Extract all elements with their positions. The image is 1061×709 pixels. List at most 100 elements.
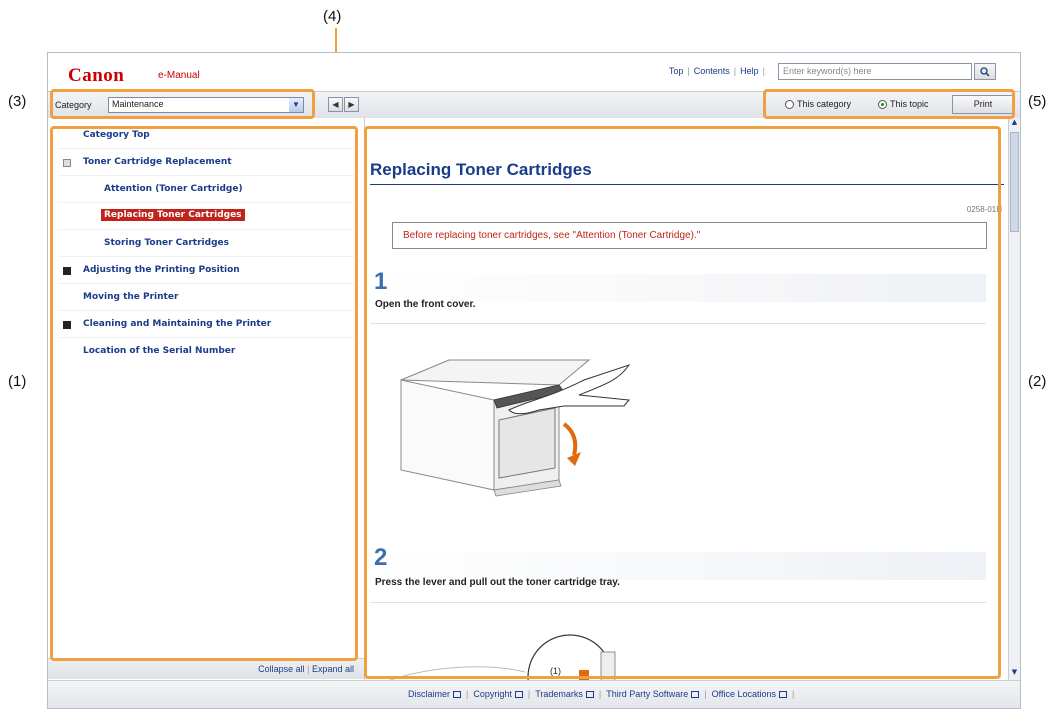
separator: |	[466, 689, 469, 699]
notice-text[interactable]: Before replacing toner cartridges, see "…	[403, 230, 700, 241]
divider	[58, 148, 354, 149]
separator: |	[527, 689, 531, 699]
previous-topic-button[interactable]: ◀	[328, 97, 343, 112]
callout-4: (4)	[323, 8, 342, 25]
collapse-all-link[interactable]: Collapse all	[258, 664, 305, 674]
divider	[370, 323, 986, 324]
product-name: e-Manual	[158, 70, 200, 81]
scroll-down-arrow[interactable]: ▼	[1009, 668, 1020, 680]
link-label: Office Locations	[711, 689, 777, 699]
footer-link-copyright[interactable]: Copyright	[473, 689, 523, 699]
step-text: Press the lever and pull out the toner c…	[375, 577, 620, 588]
title-divider	[370, 184, 1004, 185]
divider	[58, 310, 354, 311]
top-links: Top | Contents | Help |	[669, 66, 765, 76]
radio-label: This topic	[890, 99, 929, 109]
callout-2: (2)	[1028, 373, 1047, 390]
content-scrollbar[interactable]: ▲ ▼	[1008, 118, 1020, 680]
callout-1: (1)	[8, 373, 27, 390]
external-link-icon	[514, 691, 523, 699]
top-link[interactable]: Top	[669, 66, 684, 76]
print-button[interactable]: Print	[952, 95, 1014, 114]
arrow-left-icon: ◀	[332, 100, 339, 109]
arrow-right-icon: ▶	[348, 100, 355, 109]
external-link-icon	[779, 691, 788, 699]
step-header	[370, 274, 986, 302]
sidebar-item-printing-position[interactable]: Adjusting the Printing Position	[83, 265, 240, 275]
collapsed-icon[interactable]	[63, 267, 71, 275]
sidebar-item-toner-replacement[interactable]: Toner Cartridge Replacement	[83, 157, 232, 167]
tree-controls: Collapse all | Expand all	[48, 658, 364, 679]
collapsed-icon[interactable]	[63, 321, 71, 329]
category-value: Maintenance	[112, 99, 164, 109]
expanded-icon[interactable]	[63, 159, 71, 167]
search-button[interactable]	[974, 63, 996, 80]
divider	[370, 602, 986, 603]
e-manual-window: Canon e-Manual Top | Contents | Help | E…	[47, 52, 1021, 709]
callout-3: (3)	[8, 93, 27, 110]
divider	[58, 283, 354, 284]
footer-link-disclaimer[interactable]: Disclaimer	[408, 689, 462, 699]
footer: Disclaimer | Copyright | Trademarks | Th…	[48, 680, 1020, 708]
expand-all-link[interactable]: Expand all	[312, 664, 354, 674]
sidebar-item-moving[interactable]: Moving the Printer	[83, 292, 178, 302]
sidebar-item-category-top[interactable]: Category Top	[83, 130, 150, 140]
footer-links: Disclaimer | Copyright | Trademarks | Th…	[408, 689, 794, 699]
separator: |	[762, 66, 765, 76]
step-number: 2	[374, 544, 388, 571]
canon-logo[interactable]: Canon	[68, 65, 124, 87]
help-link[interactable]: Help	[740, 66, 759, 76]
category-select[interactable]: Maintenance ▼	[108, 97, 304, 113]
sidebar-item-serial-number[interactable]: Location of the Serial Number	[83, 346, 235, 356]
scroll-up-arrow[interactable]: ▲	[1009, 118, 1020, 130]
radio-this-category[interactable]: This category	[785, 99, 851, 109]
document-id: 0258-01H	[966, 205, 1002, 214]
divider	[58, 337, 354, 338]
printer-front-cover-illustration	[400, 359, 631, 497]
separator: |	[598, 689, 602, 699]
header: Canon e-Manual Top | Contents | Help | E…	[48, 53, 1020, 91]
footer-link-office-locations[interactable]: Office Locations	[711, 689, 788, 699]
sidebar-item-replacing-selected[interactable]: Replacing Toner Cartridges	[101, 209, 245, 221]
radio-label: This category	[797, 99, 852, 109]
toolbar: Category Maintenance ▼ ◀ ▶ This category…	[48, 91, 1020, 119]
external-link-icon	[585, 691, 594, 699]
contents-link[interactable]: Contents	[694, 66, 730, 76]
scroll-thumb[interactable]	[1010, 132, 1019, 232]
page-title: Replacing Toner Cartridges	[370, 160, 592, 179]
link-label: Copyright	[473, 689, 512, 699]
link-label: Trademarks	[535, 689, 583, 699]
divider	[58, 175, 354, 176]
step-text: Open the front cover.	[375, 299, 476, 310]
next-topic-button[interactable]: ▶	[344, 97, 359, 112]
separator: |	[792, 689, 795, 699]
sidebar-tree: Category Top Toner Cartridge Replacement…	[48, 118, 365, 680]
footer-link-third-party[interactable]: Third Party Software	[606, 689, 700, 699]
figure-label: (1)	[550, 666, 561, 676]
chevron-down-icon: ▼	[289, 98, 303, 112]
separator: |	[687, 66, 690, 76]
radio-this-topic[interactable]: This topic	[878, 99, 929, 109]
sidebar-item-cleaning[interactable]: Cleaning and Maintaining the Printer	[83, 319, 271, 329]
search-input[interactable]: Enter keyword(s) here	[778, 63, 972, 80]
external-link-icon	[453, 691, 462, 699]
link-label: Disclaimer	[408, 689, 451, 699]
divider	[58, 256, 354, 257]
separator: |	[733, 66, 737, 76]
notice-box: Before replacing toner cartridges, see "…	[392, 222, 987, 249]
link-label: Third Party Software	[606, 689, 689, 699]
divider	[58, 202, 354, 203]
footer-link-trademarks[interactable]: Trademarks	[535, 689, 594, 699]
toner-tray-lever-illustration	[389, 634, 616, 680]
step-header	[370, 552, 986, 580]
sidebar-item-storing[interactable]: Storing Toner Cartridges	[104, 238, 229, 248]
radio-circle	[785, 99, 794, 109]
external-link-icon	[691, 691, 700, 699]
radio-circle-selected	[878, 99, 887, 109]
category-label: Category	[55, 100, 92, 110]
sidebar-item-attention[interactable]: Attention (Toner Cartridge)	[104, 184, 243, 194]
step-number: 1	[374, 268, 388, 295]
separator: |	[704, 689, 707, 699]
search-icon	[980, 67, 990, 77]
divider	[58, 229, 354, 230]
